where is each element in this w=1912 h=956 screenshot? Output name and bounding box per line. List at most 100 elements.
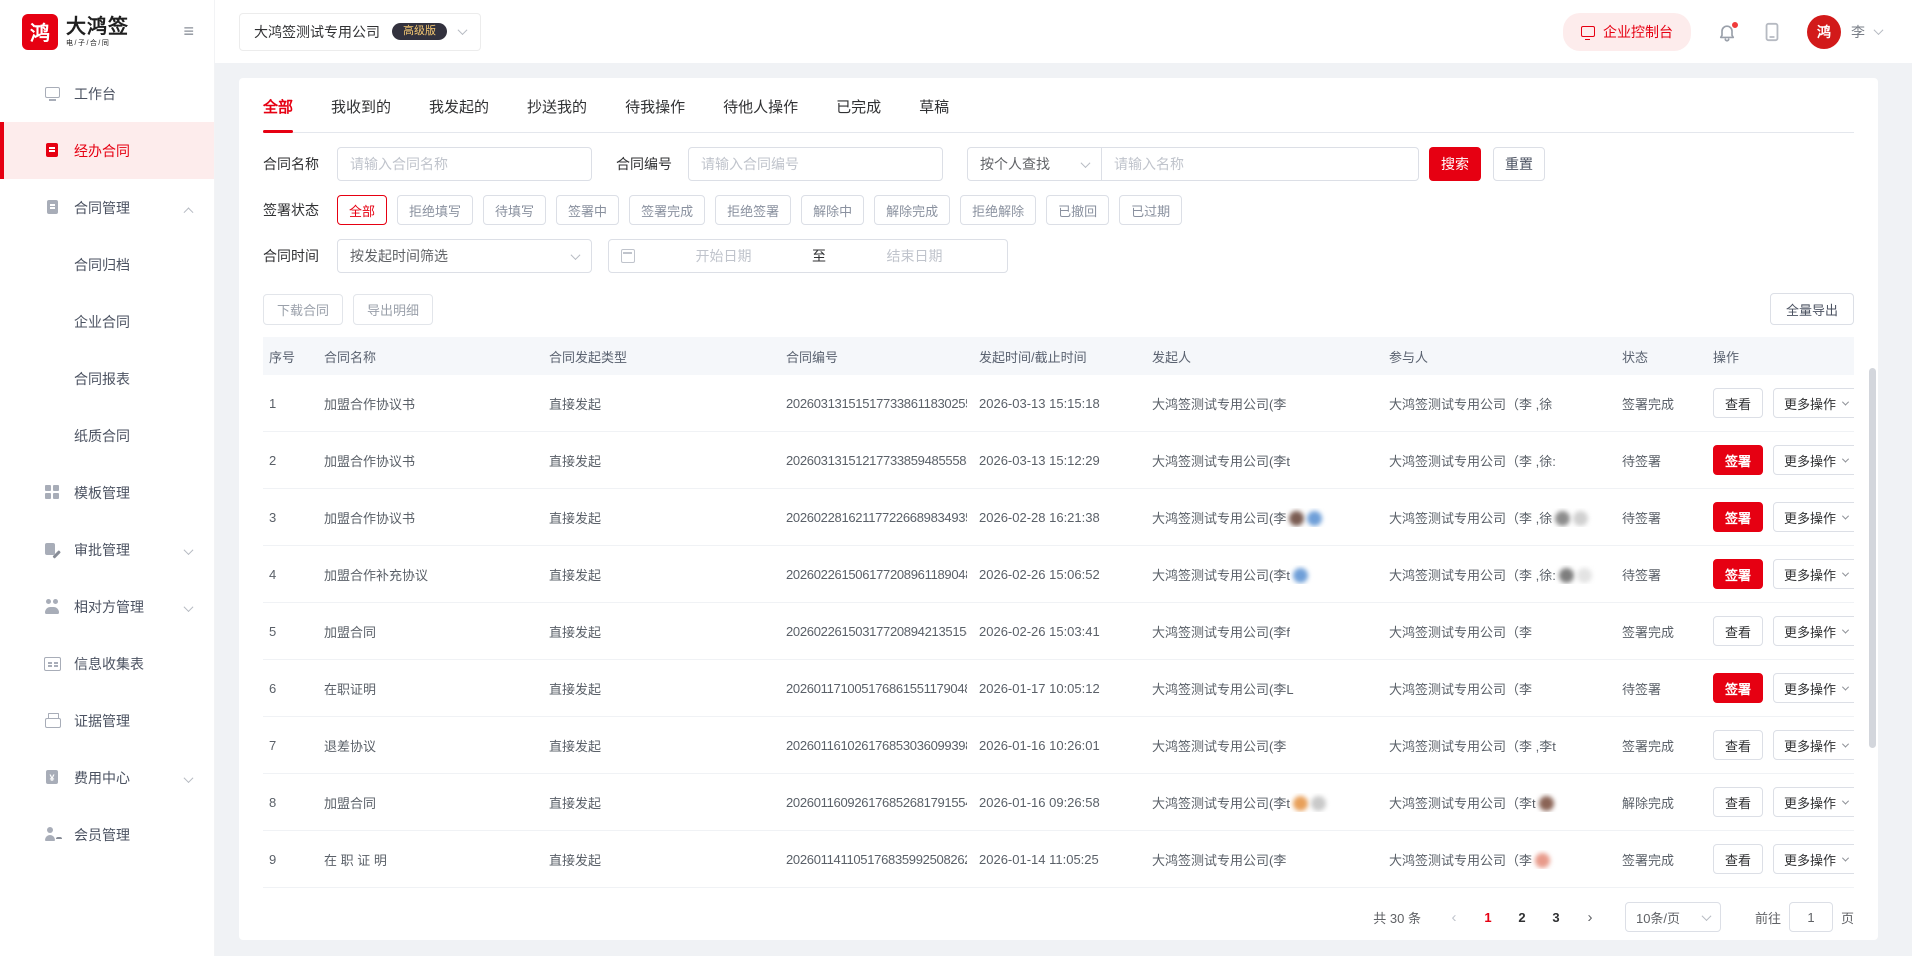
more-actions-button[interactable]: 更多操作 <box>1773 730 1854 760</box>
page-number[interactable]: 3 <box>1543 903 1569 931</box>
more-actions-button[interactable]: 更多操作 <box>1773 559 1854 589</box>
user-menu[interactable]: 鸿 李 <box>1807 15 1882 49</box>
primary-action-button[interactable]: 查看 <box>1713 787 1763 817</box>
page-size-select[interactable]: 10条/页 <box>1625 902 1721 932</box>
status-chip[interactable]: 解除完成 <box>874 195 950 225</box>
enterprise-console-button[interactable]: 企业控制台 <box>1563 13 1691 51</box>
sidebar-item[interactable]: 纸质合同 <box>0 407 214 464</box>
status-chip[interactable]: 待填写 <box>483 195 546 225</box>
contract-number-input[interactable] <box>688 147 943 181</box>
contract-time: 2026-01-16 10:26:01 <box>967 738 1140 753</box>
contract-name-link[interactable]: 退差协议 <box>312 736 537 755</box>
sidebar-item[interactable]: 费用中心 <box>0 749 214 806</box>
contract-name-input[interactable] <box>337 147 592 181</box>
status-chip[interactable]: 已过期 <box>1119 195 1182 225</box>
more-actions-button[interactable]: 更多操作 <box>1773 673 1854 703</box>
contract-name-link[interactable]: 加盟合作协议书 <box>312 394 537 413</box>
status-chip[interactable]: 已撤回 <box>1046 195 1109 225</box>
sidebar-item[interactable]: 工作台 <box>0 65 214 122</box>
status-chip[interactable]: 签署中 <box>556 195 619 225</box>
status-chip[interactable]: 解除中 <box>801 195 864 225</box>
device-icon[interactable] <box>1763 22 1781 42</box>
tab[interactable]: 待我操作 <box>625 96 685 132</box>
contract-name-link[interactable]: 加盟合作协议书 <box>312 508 537 527</box>
company-select[interactable]: 大鸿签测试专用公司 高级版 <box>239 13 481 51</box>
contract-name-link[interactable]: 加盟合同 <box>312 793 537 812</box>
tab[interactable]: 抄送我的 <box>527 96 587 132</box>
primary-action-button[interactable]: 查看 <box>1713 388 1763 418</box>
reset-button[interactable]: 重置 <box>1493 147 1545 181</box>
primary-action-button[interactable]: 签署 <box>1713 673 1763 703</box>
logo-row: 鸿 大鸿签 电/子/合/同 ≡ <box>0 0 214 63</box>
table-toolbar: 下载合同 导出明细 全量导出 <box>263 293 1854 325</box>
status-chip[interactable]: 拒绝填写 <box>397 195 473 225</box>
status-chip[interactable]: 拒绝签署 <box>715 195 791 225</box>
status-chip[interactable]: 签署完成 <box>629 195 705 225</box>
date-range-picker[interactable]: 开始日期 至 结束日期 <box>608 239 1008 273</box>
primary-action-button[interactable]: 签署 <box>1713 502 1763 532</box>
person-name-input[interactable] <box>1102 148 1418 180</box>
contract-name-link[interactable]: 加盟合作补充协议 <box>312 565 537 584</box>
search-button[interactable]: 搜索 <box>1429 147 1481 181</box>
contract-number: 2026011710051768615511790488 <box>774 681 967 696</box>
contract-time: 2026-03-13 15:12:29 <box>967 453 1140 468</box>
tab[interactable]: 待他人操作 <box>723 96 798 132</box>
contract-name-link[interactable]: 加盟合作协议书 <box>312 451 537 470</box>
sidebar-item[interactable]: 合同管理 <box>0 179 214 236</box>
download-contract-button[interactable]: 下载合同 <box>263 294 343 325</box>
page-number[interactable]: 2 <box>1509 903 1535 931</box>
tab[interactable]: 全部 <box>263 96 293 132</box>
initiator-text: 大鸿签测试专用公司(李 <box>1152 397 1286 412</box>
more-actions-button[interactable]: 更多操作 <box>1773 844 1854 874</box>
sidebar-item[interactable]: 信息收集表 <box>0 635 214 692</box>
sidebar-item-label: 合同管理 <box>74 198 130 218</box>
sidebar-item[interactable]: 合同报表 <box>0 350 214 407</box>
primary-action-button[interactable]: 签署 <box>1713 559 1763 589</box>
person-search-select[interactable]: 按个人查找 <box>968 148 1102 180</box>
sidebar-item[interactable]: 合同归档 <box>0 236 214 293</box>
sidebar-item-label: 审批管理 <box>74 540 130 560</box>
primary-action-button[interactable]: 查看 <box>1713 730 1763 760</box>
primary-action-button[interactable]: 查看 <box>1713 844 1763 874</box>
status-chip[interactable]: 拒绝解除 <box>960 195 1036 225</box>
next-page-icon[interactable]: › <box>1577 909 1603 926</box>
time-filter-select[interactable]: 按发起时间筛选 <box>337 239 592 273</box>
col-time: 发起时间/截止时间 <box>967 347 1140 366</box>
contract-name-link[interactable]: 在 职 证 明 <box>312 850 537 869</box>
col-initiator: 发起人 <box>1140 347 1377 366</box>
more-actions-button[interactable]: 更多操作 <box>1773 388 1854 418</box>
tab[interactable]: 我收到的 <box>331 96 391 132</box>
more-actions-button[interactable]: 更多操作 <box>1773 787 1854 817</box>
sidebar-item[interactable]: 经办合同 <box>0 122 214 179</box>
tab[interactable]: 草稿 <box>919 96 949 132</box>
sidebar-item[interactable]: 证据管理 <box>0 692 214 749</box>
export-all-button[interactable]: 全量导出 <box>1770 293 1854 325</box>
prev-page-icon[interactable]: ‹ <box>1441 909 1467 926</box>
tab[interactable]: 我发起的 <box>429 96 489 132</box>
vertical-scrollbar-thumb[interactable] <box>1869 368 1876 748</box>
sidebar-item-icon <box>44 199 61 216</box>
notification-bell-icon[interactable] <box>1717 22 1737 42</box>
participants-redaction-marks <box>1552 511 1588 526</box>
more-actions-button[interactable]: 更多操作 <box>1773 445 1854 475</box>
export-detail-button[interactable]: 导出明细 <box>353 294 433 325</box>
participants-text: 大鸿签测试专用公司（李 ,徐 <box>1389 511 1552 526</box>
initiator-cell: 大鸿签测试专用公司(李t <box>1140 451 1377 470</box>
sidebar-collapse-icon[interactable]: ≡ <box>183 21 194 42</box>
tab[interactable]: 已完成 <box>836 96 881 132</box>
goto-page-input[interactable] <box>1789 902 1833 932</box>
more-actions-button[interactable]: 更多操作 <box>1773 616 1854 646</box>
primary-action-button[interactable]: 查看 <box>1713 616 1763 646</box>
sidebar-item[interactable]: 企业合同 <box>0 293 214 350</box>
status-chip[interactable]: 全部 <box>337 195 387 225</box>
col-type: 合同发起类型 <box>537 347 774 366</box>
contract-name-link[interactable]: 加盟合同 <box>312 622 537 641</box>
sidebar-item[interactable]: 相对方管理 <box>0 578 214 635</box>
more-actions-button[interactable]: 更多操作 <box>1773 502 1854 532</box>
sidebar-item[interactable]: 模板管理 <box>0 464 214 521</box>
sidebar-item[interactable]: 会员管理 <box>0 806 214 863</box>
sidebar-item[interactable]: 审批管理 <box>0 521 214 578</box>
contract-name-link[interactable]: 在职证明 <box>312 679 537 698</box>
primary-action-button[interactable]: 签署 <box>1713 445 1763 475</box>
page-number[interactable]: 1 <box>1475 903 1501 931</box>
